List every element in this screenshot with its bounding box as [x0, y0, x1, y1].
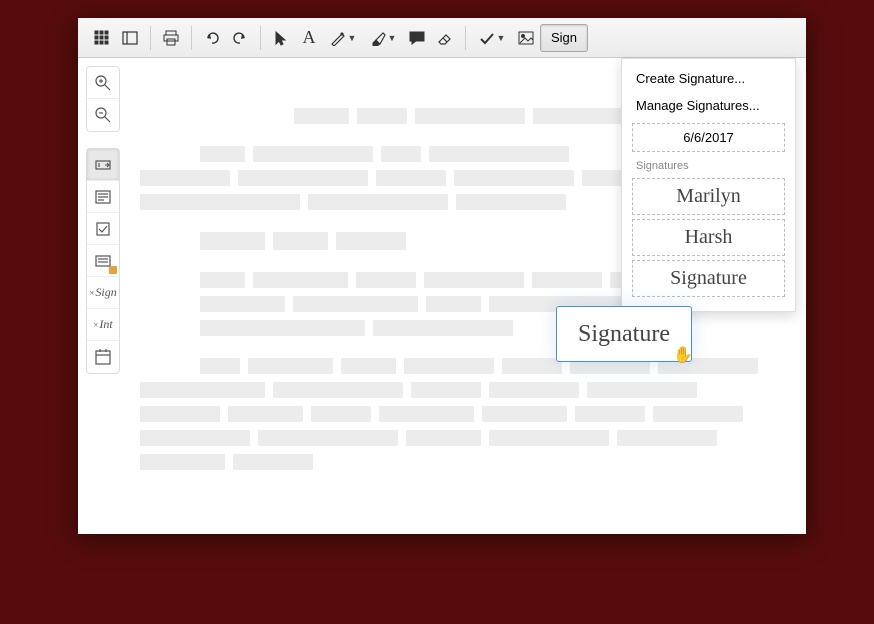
zoom-out-button[interactable] — [87, 99, 119, 131]
print-icon[interactable] — [157, 24, 185, 52]
date-field-tool[interactable] — [87, 341, 119, 373]
lock-icon — [109, 266, 117, 274]
chevron-down-icon: ▼ — [348, 33, 357, 43]
chevron-down-icon: ▼ — [388, 33, 397, 43]
signature-option-3[interactable]: Signature — [632, 260, 785, 297]
initials-field-tool[interactable]: ×Int — [87, 309, 119, 341]
sign-button[interactable]: Sign — [540, 24, 588, 52]
toolbar-divider — [150, 26, 151, 50]
sign-button-label: Sign — [551, 30, 577, 45]
insert-date-item[interactable]: 6/6/2017 — [632, 123, 785, 152]
tools-group: ×Sign ×Int — [86, 148, 120, 374]
toolbar-divider — [191, 26, 192, 50]
redo-icon[interactable] — [226, 24, 254, 52]
toolbar-divider — [260, 26, 261, 50]
document-page[interactable]: Create Signature... Manage Signatures...… — [120, 58, 806, 534]
image-tool-icon[interactable] — [512, 24, 540, 52]
main-toolbar: A ▼ ▼ ▼ Sign — [78, 18, 806, 58]
dragged-signature-text: Signature — [578, 321, 670, 348]
signature-field-tool[interactable]: ×Sign — [87, 277, 119, 309]
stamp-tool-icon[interactable]: ▼ — [472, 24, 512, 52]
chevron-down-icon: ▼ — [497, 33, 506, 43]
signatures-section-label: Signatures — [622, 156, 795, 174]
eraser-icon[interactable] — [431, 24, 459, 52]
signature-option-1[interactable]: Marilyn — [632, 178, 785, 215]
toolbar-divider — [465, 26, 466, 50]
panel-toggle-icon[interactable] — [116, 24, 144, 52]
content-area: ×Sign ×Int — [78, 58, 806, 534]
comment-icon[interactable] — [403, 24, 431, 52]
app-window: A ▼ ▼ ▼ Sign — [78, 18, 806, 534]
draw-tool-icon[interactable]: ▼ — [323, 24, 363, 52]
thumbnails-grid-icon[interactable] — [88, 24, 116, 52]
zoom-in-button[interactable] — [87, 67, 119, 99]
highlight-tool-icon[interactable]: ▼ — [363, 24, 403, 52]
dragged-signature[interactable]: Signature ✋ — [556, 306, 692, 362]
manage-signatures-item[interactable]: Manage Signatures... — [622, 92, 795, 119]
text-field-tool[interactable] — [87, 149, 119, 181]
text-area-tool[interactable] — [87, 181, 119, 213]
sign-dropdown: Create Signature... Manage Signatures...… — [621, 58, 796, 312]
signature-option-2[interactable]: Harsh — [632, 219, 785, 256]
undo-icon[interactable] — [198, 24, 226, 52]
side-panel: ×Sign ×Int — [78, 58, 120, 534]
checkbox-tool[interactable] — [87, 213, 119, 245]
locked-field-tool[interactable] — [87, 245, 119, 277]
zoom-group — [86, 66, 120, 132]
grab-cursor-icon: ✋ — [673, 345, 693, 365]
select-arrow-icon[interactable] — [267, 24, 295, 52]
create-signature-item[interactable]: Create Signature... — [622, 65, 795, 92]
text-tool-icon[interactable]: A — [295, 24, 323, 52]
